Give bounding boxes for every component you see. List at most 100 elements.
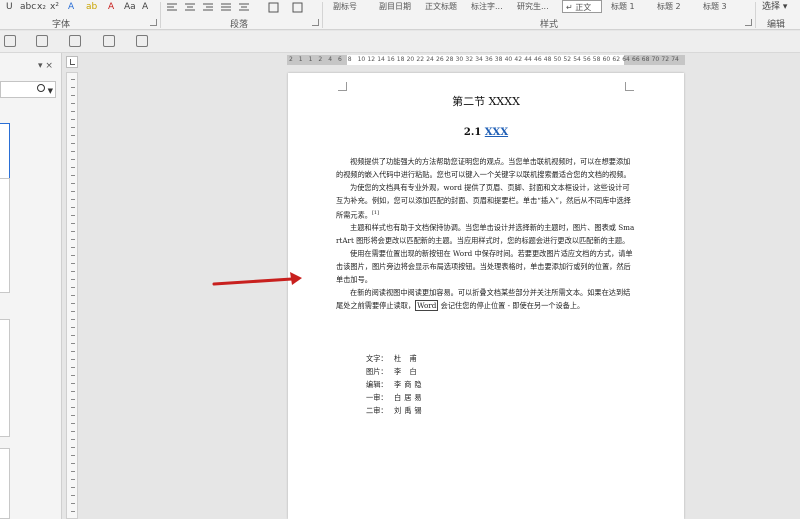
highlight-button[interactable]: ab [86, 0, 97, 14]
ruler-number: 26 [436, 56, 444, 63]
document-page[interactable]: 第二节 XXXX 2.1 XXX 视频提供了功能强大的方法帮助您证明您的观点。当… [288, 73, 684, 519]
ruler-tick [71, 79, 75, 80]
ruler-tick [71, 415, 75, 416]
style-item-heading1[interactable]: 标题 1 [608, 0, 652, 13]
ruler-tick [71, 287, 75, 288]
ruler-tick [71, 463, 75, 464]
heading-2-number: 2.1 [463, 127, 485, 138]
credit-name: 李 白 [394, 367, 420, 376]
ruler-number: 12 [367, 56, 376, 63]
heading-2[interactable]: 2.1 XXX [288, 127, 684, 138]
heading-1[interactable]: 第二节 XXXX [288, 93, 684, 109]
select-button[interactable]: 选择 ▾ [762, 0, 787, 14]
credit-label: 文字： [366, 354, 388, 363]
horizontal-ruler[interactable]: 2 1 1 2 4 6 8 10 12 14 16 18 20 22 24 26 28 30 32 34 36 38 40 4… [287, 55, 685, 65]
ruler-number: 66 [632, 56, 640, 63]
page-thumbnail[interactable] [0, 448, 10, 519]
ruler-number: 46 [534, 56, 542, 63]
strikethrough-button[interactable]: abc [20, 0, 36, 14]
view-icon[interactable] [4, 35, 16, 47]
ruler-number: 32 [465, 56, 474, 63]
ruler-number: 20 [406, 56, 415, 63]
ruler-number: 54 [573, 56, 581, 63]
nav-pane-controls[interactable]: ▾ × [38, 61, 53, 71]
style-item-normal[interactable]: ↵ 正文 [562, 0, 602, 13]
ruler-number: 52 [563, 56, 572, 63]
vertical-scrollbar[interactable] [788, 53, 800, 519]
ruler-tick [71, 359, 75, 360]
nav-search-input[interactable]: ▼ [0, 81, 56, 98]
font-color-button[interactable]: A [108, 0, 114, 14]
paragraph-icons[interactable] [165, 2, 315, 14]
credit-row[interactable]: 二审： 刘禹锡 [366, 404, 566, 417]
credit-label: 编辑： [366, 380, 388, 389]
ruler-tick [71, 383, 75, 384]
credit-row[interactable]: 一审： 白居易 [366, 391, 566, 404]
char-border-button[interactable]: A [142, 0, 148, 14]
ruler-tick [71, 191, 75, 192]
credit-row[interactable]: 图片： 李 白 [366, 365, 566, 378]
styles-dialog-launcher[interactable] [745, 19, 752, 26]
ruler-number: 40 [504, 56, 513, 63]
search-icon[interactable] [37, 84, 45, 92]
credit-row[interactable]: 文字： 杜 甫 [366, 352, 566, 365]
document-body[interactable]: 视频提供了功能强大的方法帮助您证明您的观点。当您单击联机视频时，可以在想要添加的… [336, 155, 636, 312]
style-item-heading3[interactable]: 标题 3 [700, 0, 744, 13]
layout-icon[interactable] [103, 35, 115, 47]
ruler-number: 22 [416, 56, 425, 63]
ruler-tick [71, 151, 75, 152]
paragraph[interactable]: 使用在需要位置出现的新按钮在 Word 中保存时间。若要更改图片适应文档的方式，… [336, 247, 636, 286]
style-item[interactable]: 副标号 [330, 0, 374, 13]
ruler-tick [71, 311, 75, 312]
editing-group-label: 编辑 [767, 20, 786, 30]
paragraph[interactable]: 在新的阅读视图中阅读更加容易。可以折叠文档某些部分并关注所需文本。如果在达到结尾… [336, 286, 636, 312]
ruler-tick [71, 439, 75, 440]
underline-button[interactable]: U [6, 0, 13, 14]
footnote-ref[interactable]: [1] [372, 210, 379, 216]
paragraph-dialog-launcher[interactable] [312, 19, 319, 26]
credit-row[interactable]: 编辑： 李商隐 [366, 378, 566, 391]
ruler-number: 70 [651, 56, 660, 63]
text-effect-button[interactable]: A [68, 0, 74, 14]
ribbon: U abc x₂ x² A ab A Aa A 字体 段落 副标号 副目日期 正… [0, 0, 800, 30]
ruler-number: 38 [494, 56, 503, 63]
ruler-tick [71, 167, 75, 168]
style-item[interactable]: 标注字... [468, 0, 512, 13]
credit-label: 图片： [366, 367, 388, 376]
page-thumbnail[interactable] [0, 319, 10, 437]
ruler-tick [71, 295, 75, 296]
ruler-tick [71, 351, 75, 352]
paragraph[interactable]: 视频提供了功能强大的方法帮助您证明您的观点。当您单击联机视频时，可以在想要添加的… [336, 155, 636, 181]
chevron-down-icon[interactable]: ▼ [48, 87, 53, 95]
superscript-button[interactable]: x² [50, 0, 59, 14]
window-icon[interactable] [136, 35, 148, 47]
boxed-word[interactable]: Word [415, 300, 439, 312]
check-icon[interactable] [69, 35, 81, 47]
divider [160, 2, 161, 28]
heading-2-link[interactable]: XXX [485, 127, 508, 138]
paragraph[interactable]: 主题和样式也有助于文档保持协调。当您单击设计并选择新的主题时，图片、图表或 Sm… [336, 221, 636, 247]
navigation-pane: ▾ × ▼ [0, 53, 62, 519]
font-dialog-launcher[interactable] [150, 19, 157, 26]
ruler-number: 48 [543, 56, 552, 63]
subscript-button[interactable]: x₂ [37, 0, 46, 14]
font-group-label: 字体 [52, 20, 71, 30]
ruler-tick [71, 407, 75, 408]
page-icon[interactable] [36, 35, 48, 47]
style-item[interactable]: 副目日期 [376, 0, 420, 13]
paragraph-group-label: 段落 [230, 20, 249, 30]
ruler-tick [71, 223, 75, 224]
ruler-tick [71, 279, 75, 280]
credit-name: 刘禹锡 [394, 406, 425, 415]
ruler-number: 1 [308, 56, 313, 63]
tab-selector[interactable] [66, 56, 78, 68]
style-item-heading2[interactable]: 标题 2 [654, 0, 698, 13]
paragraph[interactable]: 为使您的文档具有专业外观，word 提供了页眉、页脚、封面和文本框设计，这些设计… [336, 181, 636, 221]
style-item[interactable]: 正文标题 [422, 0, 466, 13]
vertical-ruler[interactable] [66, 72, 78, 519]
page-thumbnail[interactable] [0, 178, 10, 293]
ruler-tick [71, 375, 75, 376]
style-item[interactable]: 研究生... [514, 0, 558, 13]
ruler-tick [71, 199, 75, 200]
change-case-button[interactable]: Aa [124, 0, 136, 14]
